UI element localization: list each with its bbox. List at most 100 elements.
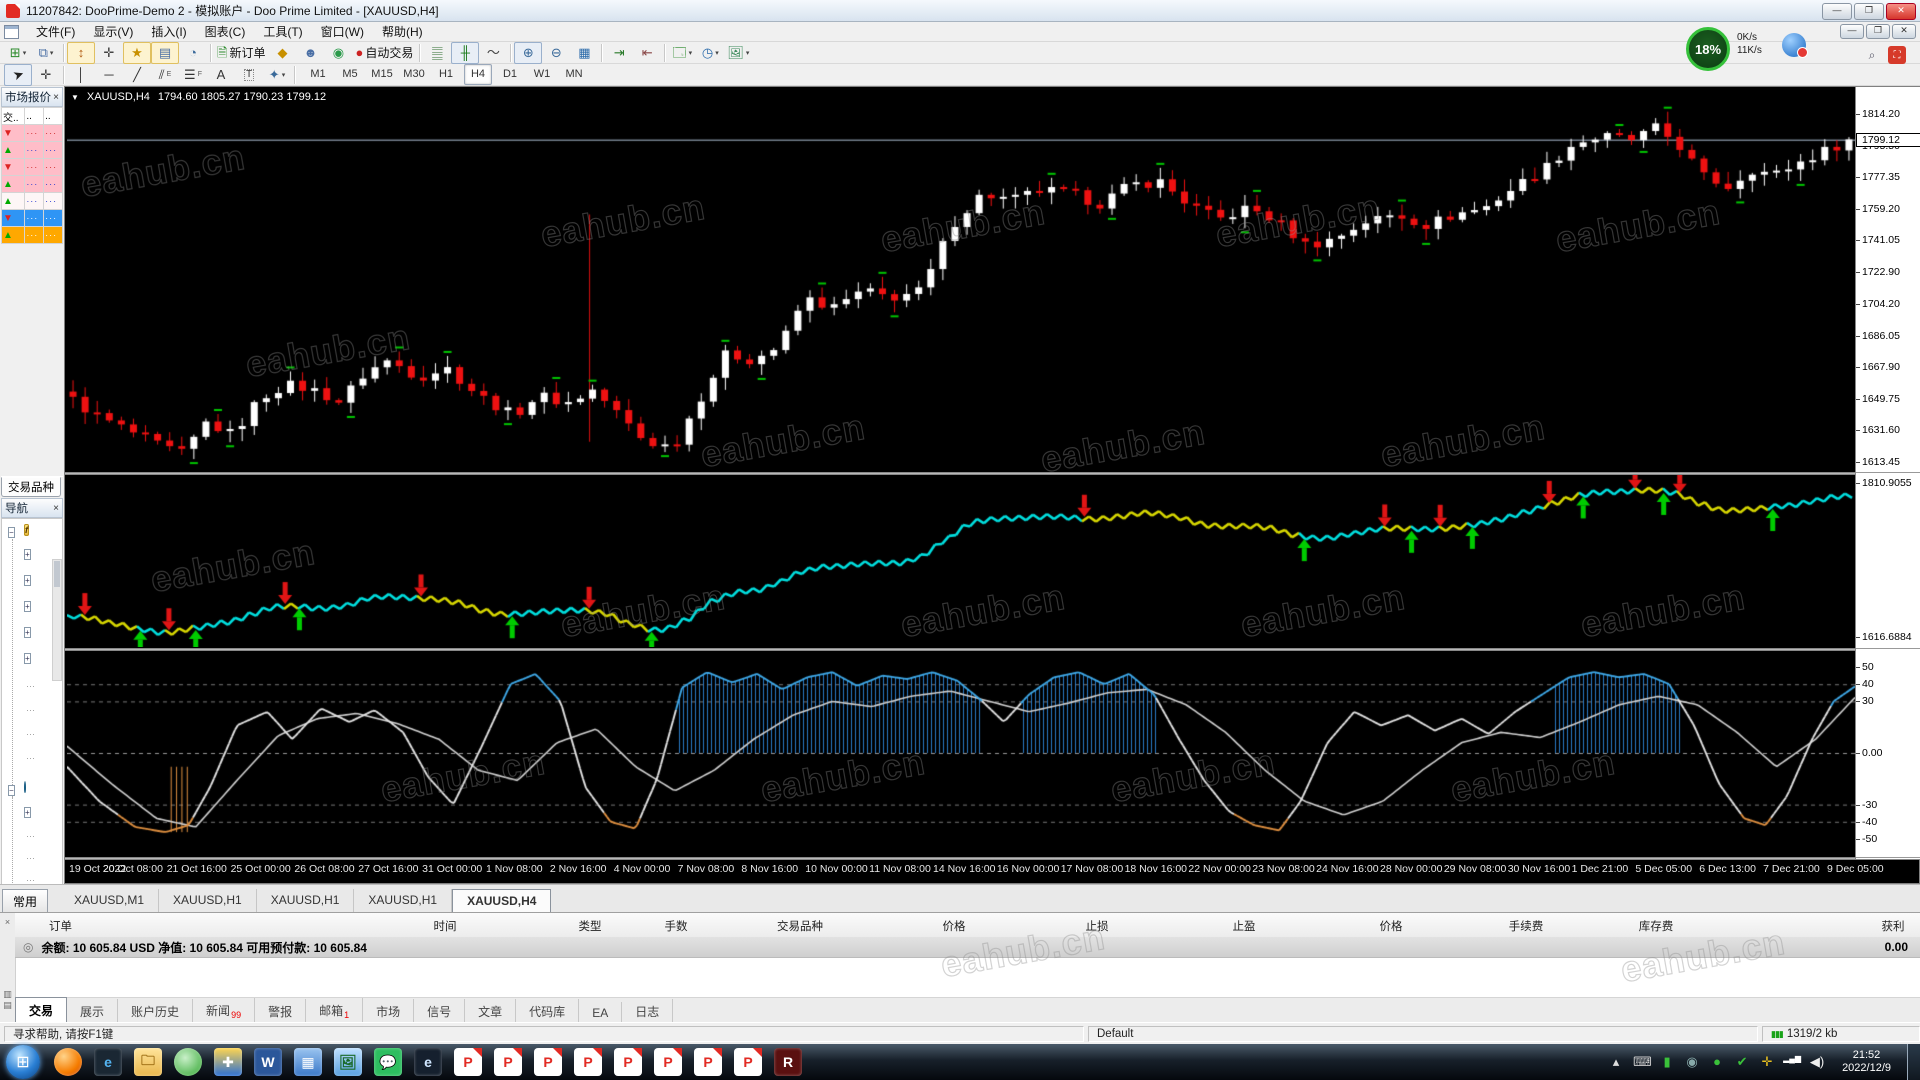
tree-leaf-stub[interactable]: ··· (26, 753, 35, 763)
market-symbol-row[interactable]: ▲ ··· ··· (0, 226, 63, 244)
child-restore-button[interactable]: ❐ (1866, 24, 1890, 39)
new-order-button[interactable]: 🗎 新订单 (214, 42, 268, 64)
taskbar-app-photo[interactable]: 🖼 (334, 1048, 362, 1076)
market-symbol-row[interactable]: ▼ ··· ··· (0, 124, 63, 142)
taskbar-app-dooprime[interactable]: P (454, 1048, 482, 1076)
cursor-button[interactable]: ➤ (4, 63, 32, 86)
timeframe-M30[interactable]: M30 (400, 64, 428, 85)
terminal-column-header[interactable]: 价格 (943, 918, 966, 934)
zoom-out-button[interactable]: ⊖ (542, 42, 570, 64)
tree-collapse-box[interactable]: − (8, 527, 15, 538)
timeframe-M1[interactable]: M1 (304, 64, 332, 85)
text-button[interactable]: A (207, 64, 235, 86)
minimize-button[interactable]: — (1822, 3, 1852, 20)
chart-tab-2[interactable]: XAUUSD,H1 (257, 889, 355, 913)
overlay-assistant-icon[interactable] (1782, 33, 1808, 58)
oscillator-panel[interactable] (67, 651, 1855, 857)
terminal-column-header[interactable]: 获利 (1882, 918, 1905, 934)
menu-item-3[interactable]: 图表(C) (196, 23, 255, 41)
market-symbol-row[interactable]: ▼ ··· ··· (0, 158, 63, 176)
taskbar-app-ie[interactable]: e (94, 1048, 122, 1076)
terminal-column-header[interactable]: 手数 (665, 918, 688, 934)
terminal-column-header[interactable]: 库存费 (1639, 918, 1674, 934)
fiji-trend-panel[interactable] (67, 475, 1855, 647)
terminal-tab-警报[interactable]: 警报 (255, 999, 307, 1024)
tree-expand-box[interactable]: + (24, 601, 31, 612)
terminal-column-header[interactable]: 止盈 (1233, 918, 1256, 934)
line-chart-button[interactable]: 〜 (479, 42, 507, 64)
terminal-column-header[interactable]: 交易品种 (777, 918, 823, 934)
terminal-column-header[interactable]: 类型 (579, 918, 602, 934)
tree-leaf-stub[interactable]: ··· (26, 681, 35, 691)
timeframe-D1[interactable]: D1 (496, 64, 524, 85)
tray-icon-usb-check[interactable]: ✔ (1733, 1054, 1751, 1070)
navigator-scrollbar[interactable] (52, 559, 62, 681)
taskbar-clock[interactable]: 21:52 2022/12/9 (1842, 1049, 1891, 1075)
symbols-tab[interactable]: 交易品种 (1, 476, 63, 497)
templates-button[interactable]: 🖼 ▾ (724, 42, 752, 64)
tree-collapse-box[interactable]: − (8, 785, 15, 796)
terminal-tab-展示[interactable]: 展示 (67, 999, 119, 1024)
tree-expand-box[interactable]: + (24, 807, 31, 818)
chart-shift-button[interactable]: ⇤ (633, 42, 661, 64)
market-symbol-row[interactable]: ▲ ··· ··· (0, 192, 63, 210)
tray-icon-cast[interactable]: ◉ (1683, 1054, 1701, 1070)
menu-item-0[interactable]: 文件(F) (27, 23, 84, 41)
chart-tab-0[interactable]: XAUUSD,M1 (60, 889, 160, 913)
maximize-button[interactable]: ❐ (1854, 3, 1884, 20)
taskbar-app-folder[interactable]: 🗀 (134, 1048, 162, 1076)
terminal-column-header[interactable]: 止损 (1086, 918, 1109, 934)
terminal-column-header[interactable]: 手续费 (1509, 918, 1544, 934)
tree-leaf-stub[interactable]: ··· (26, 853, 35, 863)
timeframe-M5[interactable]: M5 (336, 64, 364, 85)
chart-tab-4[interactable]: XAUUSD,H4 (452, 889, 552, 913)
market-symbol-row[interactable]: ▲ ··· ··· (0, 141, 63, 159)
text-label-button[interactable]: T (235, 64, 263, 86)
fibonacci-button[interactable]: ☰ F (179, 64, 207, 86)
menu-item-1[interactable]: 显示(V) (84, 23, 142, 41)
terminal-tab-交易[interactable]: 交易 (15, 997, 68, 1024)
terminal-tab-账户历史[interactable]: 账户历史 (118, 999, 194, 1024)
taskbar-app-imgfolder[interactable]: ▦ (294, 1048, 322, 1076)
tree-expand-box[interactable]: + (24, 575, 31, 586)
chevron-down-icon[interactable]: ▼ (71, 93, 79, 102)
navigator-tree[interactable]: − f + + + + + ··· ··· ··· ··· − + ··· ··· ··· (1, 518, 63, 896)
channel-button[interactable]: ⫽ E (151, 64, 179, 86)
market-column-header[interactable]: .. (43, 107, 63, 125)
menu-item-4[interactable]: 工具(T) (254, 23, 311, 41)
capture-tool-icon[interactable]: ⛶ (1888, 46, 1906, 64)
taskbar-app-word[interactable]: W (254, 1048, 282, 1076)
terminal-close-icon[interactable]: × (0, 917, 15, 927)
taskbar-app-dooprime[interactable]: P (694, 1048, 722, 1076)
terminal-tab-日志[interactable]: 日志 (622, 999, 674, 1024)
autotrading-button[interactable]: ● 自动交易 (352, 42, 416, 64)
taskbar-app-dooprime[interactable]: P (574, 1048, 602, 1076)
timeframe-W1[interactable]: W1 (528, 64, 556, 85)
strategy-tester-button[interactable]: ◔ (179, 42, 207, 64)
tree-leaf-stub[interactable]: ··· (26, 729, 35, 739)
market-watch-toggle[interactable]: ↕ (67, 41, 95, 64)
tray-icon-signal[interactable]: ▂▄▆ (1783, 1054, 1801, 1070)
tree-expand-box[interactable]: + (24, 549, 31, 560)
close-button[interactable]: ✕ (1886, 3, 1916, 20)
price-scale[interactable]: 1814.201795.501777.351759.201741.051722.… (1855, 87, 1920, 859)
zoom-in-button[interactable]: ⊕ (514, 41, 543, 64)
taskbar-app-wechat[interactable]: 💬 (374, 1048, 402, 1076)
terminal-tab-EA[interactable]: EA (579, 1002, 623, 1024)
tray-icon-speaker[interactable]: ◀) (1808, 1054, 1826, 1070)
periods-button[interactable]: ◷ ▾ (696, 42, 724, 64)
market-column-header[interactable]: 交.. (0, 107, 26, 125)
terminal-tab-信号[interactable]: 信号 (414, 999, 466, 1024)
child-close-button[interactable]: ✕ (1892, 24, 1916, 39)
main-price-chart[interactable] (67, 105, 1855, 471)
taskbar-app-dooprime[interactable]: P (734, 1048, 762, 1076)
tree-expand-box[interactable]: + (24, 653, 31, 664)
taskbar-app-dooprime[interactable]: P (654, 1048, 682, 1076)
metaeditor-button[interactable]: ◆ (268, 42, 296, 64)
indicators-button[interactable]: 🗔 ▾ (668, 42, 696, 64)
market-symbol-row[interactable]: ▲ ··· ··· (0, 175, 63, 193)
taskbar-app-dooprime[interactable]: P (614, 1048, 642, 1076)
navigator-close-icon[interactable]: × (53, 503, 59, 514)
market-watch-close-icon[interactable]: × (53, 92, 59, 103)
common-tab[interactable]: 常用 (2, 889, 49, 913)
